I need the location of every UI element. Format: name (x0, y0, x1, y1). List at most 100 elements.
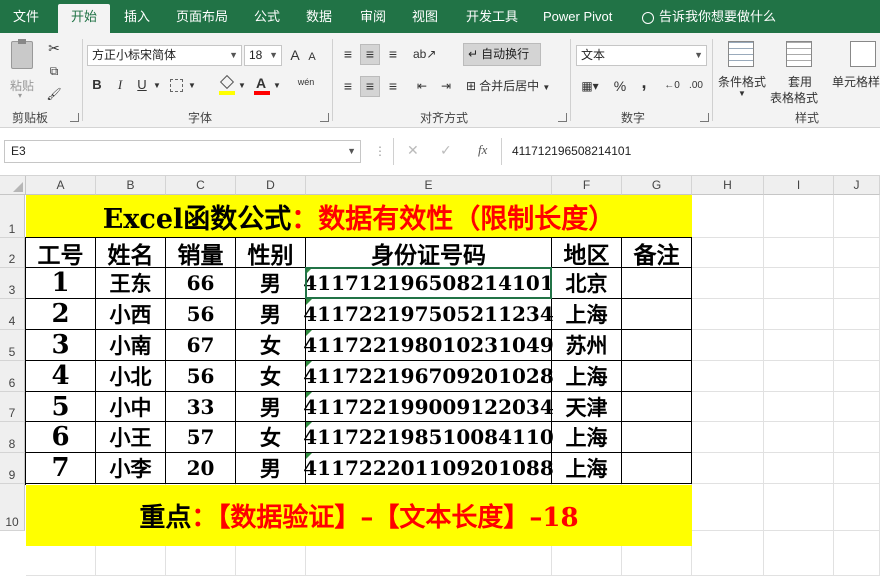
row-header-3[interactable]: 3 (0, 268, 25, 299)
data-cell[interactable]: 67 (166, 330, 236, 361)
data-cell[interactable]: 男 (236, 453, 306, 484)
id-number-cell[interactable]: 411722198510084110 (303, 422, 554, 453)
data-cell[interactable]: 小王 (96, 422, 166, 453)
shrink-font-icon[interactable]: A (306, 48, 318, 66)
data-cell[interactable]: 4 (26, 361, 96, 392)
data-cell[interactable] (622, 392, 692, 422)
column-header-b[interactable]: B (96, 176, 166, 195)
chevron-down-icon[interactable]: ▼ (273, 77, 281, 95)
tab-insert[interactable]: 插入 (124, 0, 150, 33)
column-header-g[interactable]: G (622, 176, 692, 195)
align-left-icon[interactable]: ≡ (339, 77, 357, 95)
paste-button[interactable]: 粘贴 ▾ (6, 39, 38, 100)
align-right-icon[interactable]: ≡ (384, 77, 402, 95)
tab-home[interactable]: 开始 (58, 4, 110, 33)
data-cell[interactable]: 小李 (96, 453, 166, 484)
row-header-9[interactable]: 9 (0, 453, 25, 484)
row-header-7[interactable]: 7 (0, 392, 25, 422)
format-painter-icon[interactable]: 🖌 (44, 85, 64, 103)
row-header-1[interactable]: 1 (0, 195, 25, 238)
chevron-down-icon[interactable]: ▼ (188, 77, 196, 95)
font-launcher-icon[interactable] (320, 113, 329, 122)
data-cell[interactable]: 女 (236, 361, 306, 392)
column-header-d[interactable]: D (236, 176, 306, 195)
row-header-10[interactable]: 10 (0, 484, 25, 531)
data-cell[interactable]: 天津 (552, 392, 622, 422)
cell-styles-button[interactable]: 单元格样 (830, 37, 880, 105)
orientation-icon[interactable]: ab↗ (413, 45, 436, 63)
data-cell[interactable] (622, 268, 692, 299)
data-cell[interactable]: 56 (166, 299, 236, 330)
column-header-i[interactable]: I (764, 176, 834, 195)
row-header-8[interactable]: 8 (0, 422, 25, 453)
format-as-table-button[interactable]: 套用 表格格式 (768, 37, 828, 105)
number-launcher-icon[interactable] (700, 113, 709, 122)
header-cell[interactable]: 地区 (552, 238, 622, 269)
percent-icon[interactable]: % (612, 77, 628, 95)
data-cell[interactable] (622, 299, 692, 330)
data-cell[interactable]: 1 (26, 268, 96, 299)
increase-indent-icon[interactable]: ⇥ (437, 77, 455, 95)
data-cell[interactable]: 33 (166, 392, 236, 422)
data-cell[interactable]: 57 (166, 422, 236, 453)
data-cell[interactable]: 3 (26, 330, 96, 361)
tab-formulas[interactable]: 公式 (254, 0, 280, 33)
font-color-icon[interactable]: A (254, 75, 270, 95)
tab-review[interactable]: 审阅 (360, 0, 386, 33)
align-center-icon[interactable]: ≡ (360, 76, 380, 97)
header-cell[interactable]: 身份证号码 (306, 238, 552, 269)
tab-view[interactable]: 视图 (412, 0, 438, 33)
id-number-cell[interactable]: 411722197505211234 (303, 299, 554, 330)
header-cell[interactable]: 销量 (166, 238, 236, 269)
data-cell[interactable]: 上海 (552, 299, 622, 330)
data-cell[interactable]: 7 (26, 453, 96, 484)
cancel-icon[interactable]: ✕ (407, 142, 419, 159)
id-number-cell[interactable]: 411722199009122034 (303, 392, 554, 422)
data-cell[interactable]: 女 (236, 422, 306, 453)
grow-font-icon[interactable]: A (288, 46, 302, 64)
row-header-5[interactable]: 5 (0, 330, 25, 361)
bold-button[interactable]: B (89, 76, 105, 94)
data-cell[interactable]: 女 (236, 330, 306, 361)
conditional-formatting-button[interactable]: 条件格式 ▼ (714, 37, 770, 105)
decrease-decimal-icon[interactable]: .00 (686, 77, 706, 95)
wrap-text-button[interactable]: ↵ 自动换行 (463, 43, 541, 66)
data-cell[interactable]: 上海 (552, 422, 622, 453)
id-number-cell[interactable]: 411722201109201088 (303, 453, 554, 484)
confirm-icon[interactable]: ✓ (440, 142, 452, 159)
align-top-icon[interactable]: ≡ (339, 45, 357, 63)
font-name-select[interactable]: 方正小标宋简体 ▼ (87, 45, 242, 66)
name-box[interactable]: E3 ▼ (4, 140, 361, 163)
data-cell[interactable]: 6 (26, 422, 96, 453)
copy-icon[interactable]: ⧉ (44, 62, 64, 80)
formula-input[interactable]: 411712196508214101 (512, 140, 631, 163)
header-cell[interactable]: 备注 (622, 238, 692, 269)
alignment-launcher-icon[interactable] (558, 113, 567, 122)
border-icon[interactable] (170, 79, 183, 92)
id-number-cell[interactable]: 411722196709201028 (303, 361, 554, 392)
data-cell[interactable]: 20 (166, 453, 236, 484)
header-cell[interactable]: 姓名 (96, 238, 166, 269)
header-cell[interactable]: 性别 (236, 238, 306, 269)
id-number-cell[interactable]: 411712196508214101 (303, 268, 554, 299)
data-cell[interactable]: 小南 (96, 330, 166, 361)
id-number-cell[interactable]: 411722198010231049 (303, 330, 554, 361)
column-header-j[interactable]: J (834, 176, 880, 195)
data-cell[interactable]: 苏州 (552, 330, 622, 361)
merge-center-button[interactable]: ⊞ 合并后居中 ▼ (466, 77, 550, 94)
tab-power-pivot[interactable]: Power Pivot (543, 0, 612, 33)
formula-bar-grip-icon[interactable]: ⋮ (374, 144, 386, 158)
data-cell[interactable]: 上海 (552, 361, 622, 392)
insert-function-icon[interactable]: fx (478, 142, 487, 158)
chevron-down-icon[interactable]: ▼ (238, 77, 246, 95)
column-header-e[interactable]: E (306, 176, 552, 195)
decrease-indent-icon[interactable]: ⇤ (413, 77, 431, 95)
phonetic-guide-icon[interactable]: wén (296, 73, 316, 91)
data-cell[interactable]: 2 (26, 299, 96, 330)
data-cell[interactable]: 小北 (96, 361, 166, 392)
tab-file[interactable]: 文件 (13, 0, 39, 33)
data-cell[interactable]: 5 (26, 392, 96, 422)
data-cell[interactable]: 66 (166, 268, 236, 299)
row-header-4[interactable]: 4 (0, 299, 25, 330)
data-cell[interactable] (622, 422, 692, 453)
